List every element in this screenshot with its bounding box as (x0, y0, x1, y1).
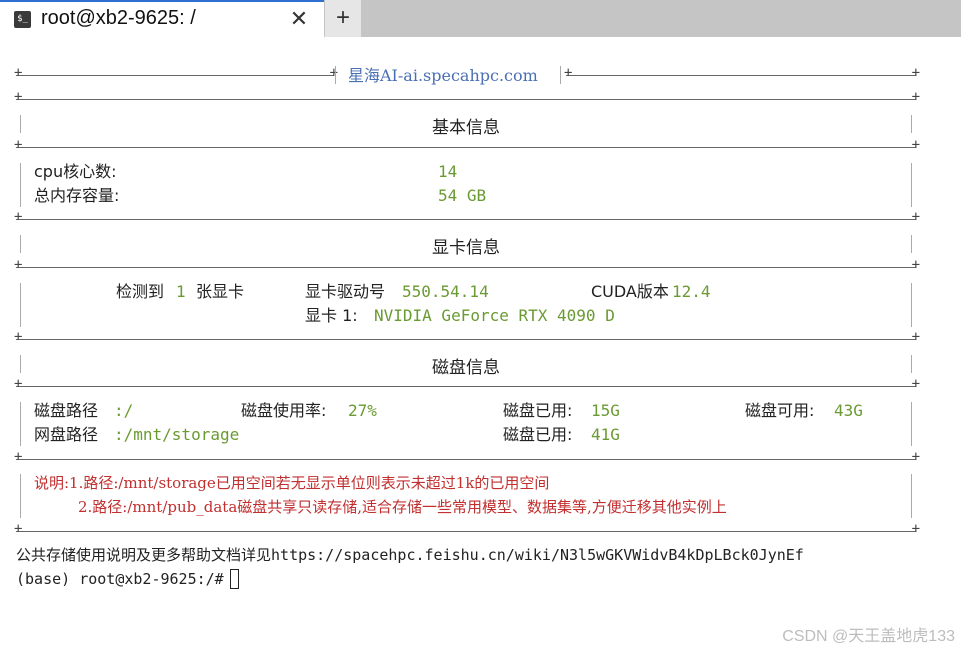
gpu-card-label: 显卡 1: (305, 306, 358, 325)
memory-label: 总内存容量: (34, 186, 120, 205)
help-link-text[interactable]: 公共存储使用说明及更多帮助文档详见https://spacehpc.feishu… (16, 545, 804, 565)
new-tab-button[interactable]: + (325, 0, 361, 37)
watermark: CSDN @天王盖地虎133 (782, 628, 955, 645)
separator (14, 376, 920, 392)
banner-bar-left (335, 66, 336, 84)
close-tab-icon[interactable]: ✕ (287, 6, 311, 32)
terminal-tab[interactable]: $_ root@xb2-9625: / ✕ (0, 0, 324, 37)
separator (14, 329, 920, 345)
border-right (911, 163, 912, 207)
separator (14, 449, 920, 465)
section-header-basic: 基本信息 (432, 118, 500, 138)
cuda-label: CUDA版本 (591, 282, 669, 301)
separator (14, 521, 920, 537)
border-left (20, 283, 21, 327)
section-header-gpu: 显卡信息 (432, 238, 500, 258)
disk-used-value: 15G (591, 401, 620, 420)
net-used-value: 41G (591, 425, 620, 444)
shell-prompt: (base) root@xb2-9625:/# (16, 570, 233, 588)
border-left (20, 163, 21, 207)
border-right (911, 402, 912, 446)
gpu-card-value: NVIDIA GeForce RTX 4090 D (374, 306, 615, 325)
banner-site: 星海AI-ai.specahpc.com (348, 66, 538, 85)
banner-separator-left (14, 65, 338, 81)
gpu-driver-value: 550.54.14 (402, 282, 489, 301)
separator (14, 257, 920, 273)
border-right (911, 283, 912, 327)
note-line-1: 说明:1.路径:/mnt/storage已用空间若无显示单位则表示未超过1k的已… (34, 474, 550, 492)
separator (14, 137, 920, 153)
cpu-label: cpu核心数: (34, 162, 117, 181)
gpu-detected-unit: 张显卡 (196, 282, 245, 301)
disk-used-label: 磁盘已用: (503, 401, 573, 420)
border-left (20, 474, 21, 518)
gpu-detected-value: 1 (176, 282, 186, 301)
disk-path-value: :/ (114, 401, 134, 420)
disk-free-value: 43G (834, 401, 863, 420)
gpu-driver-label: 显卡驱动号 (305, 282, 386, 301)
separator (14, 209, 920, 225)
separator (14, 89, 920, 105)
disk-free-label: 磁盘可用: (745, 401, 815, 420)
tab-bar: $_ root@xb2-9625: / ✕ + (0, 0, 961, 37)
terminal-icon: $_ (14, 11, 31, 28)
cuda-value: 12.4 (672, 282, 711, 301)
disk-usage-value: 27% (348, 401, 377, 420)
memory-value: 54 GB (438, 186, 487, 205)
border-left (20, 402, 21, 446)
border-right (911, 474, 912, 518)
note-line-2: 2.路径:/mnt/pub_data磁盘共享只读存储,适合存储一些常用模型、数据… (78, 498, 727, 516)
net-path-value: :/mnt/storage (114, 425, 240, 444)
section-header-disk: 磁盘信息 (432, 358, 500, 378)
text-cursor (230, 569, 239, 589)
cpu-value: 14 (438, 162, 458, 181)
net-path-label: 网盘路径 (34, 425, 99, 444)
net-used-label: 磁盘已用: (503, 425, 573, 444)
banner-bar-right (560, 66, 561, 84)
disk-usage-label: 磁盘使用率: (241, 401, 327, 420)
gpu-detected-label: 检测到 (116, 282, 165, 301)
banner-separator-right (564, 65, 920, 81)
disk-path-label: 磁盘路径 (34, 401, 99, 420)
tab-title: root@xb2-9625: / (41, 7, 196, 29)
